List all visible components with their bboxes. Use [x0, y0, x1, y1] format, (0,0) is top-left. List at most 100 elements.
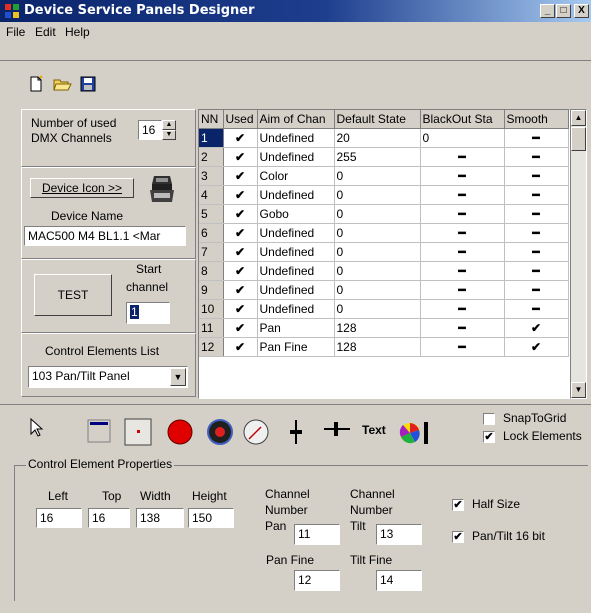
num-channels-field[interactable]: 16: [138, 120, 162, 140]
grid-cell-smooth[interactable]: ━: [504, 147, 569, 167]
header-default-state[interactable]: Default State: [334, 110, 421, 129]
grid-cell-blackout-state[interactable]: ━: [420, 337, 505, 357]
grid-cell-aim[interactable]: Undefined: [257, 128, 335, 148]
table-row[interactable]: 9 ✔ Undefined 0 ━ ━: [199, 280, 569, 300]
pan-fine-field[interactable]: 12: [294, 570, 340, 591]
color-wheel-icon[interactable]: [398, 418, 432, 448]
grid-cell-aim[interactable]: Undefined: [257, 261, 335, 281]
grid-cell-nn[interactable]: 7: [199, 242, 224, 262]
grid-cell-smooth[interactable]: ━: [504, 185, 569, 205]
grid-cell-default-state[interactable]: 0: [334, 261, 421, 281]
spin-down-button[interactable]: ▼: [162, 130, 176, 140]
grid-cell-default-state[interactable]: 128: [334, 337, 421, 357]
grid-cell-nn[interactable]: 2: [199, 147, 224, 167]
grid-cell-nn[interactable]: 9: [199, 280, 224, 300]
scroll-thumb[interactable]: [571, 127, 586, 151]
grid-cell-used[interactable]: ✔: [223, 280, 258, 300]
grid-cell-blackout-state[interactable]: ━: [420, 318, 505, 338]
header-aim[interactable]: Aim of Chan: [257, 110, 335, 129]
grid-cell-default-state[interactable]: 0: [334, 280, 421, 300]
black-knob-icon[interactable]: [206, 418, 234, 446]
grid-cell-smooth[interactable]: ━: [504, 242, 569, 262]
grid-cell-smooth[interactable]: ━: [504, 223, 569, 243]
grid-cell-nn[interactable]: 11: [199, 318, 224, 338]
grid-scrollbar[interactable]: ▲ ▼: [570, 109, 587, 399]
header-used[interactable]: Used: [223, 110, 258, 129]
grid-cell-default-state[interactable]: 128: [334, 318, 421, 338]
grid-cell-default-state[interactable]: 0: [334, 185, 421, 205]
table-row[interactable]: 11 ✔ Pan 128 ━ ✔: [199, 318, 569, 338]
grid-cell-default-state[interactable]: 255: [334, 147, 421, 167]
menu-file[interactable]: File: [6, 25, 25, 39]
chevron-down-icon[interactable]: ▼: [170, 368, 186, 386]
blank-panel-icon[interactable]: [86, 418, 112, 444]
grid-cell-used[interactable]: ✔: [223, 242, 258, 262]
table-row[interactable]: 6 ✔ Undefined 0 ━ ━: [199, 223, 569, 243]
grid-cell-nn[interactable]: 6: [199, 223, 224, 243]
scroll-down-button[interactable]: ▼: [571, 382, 586, 398]
grid-cell-smooth[interactable]: ━: [504, 204, 569, 224]
grid-cell-default-state[interactable]: 0: [334, 204, 421, 224]
start-channel-field[interactable]: 1: [126, 302, 170, 324]
table-row[interactable]: 12 ✔ Pan Fine 128 ━ ✔: [199, 337, 569, 357]
width-field[interactable]: 138: [136, 508, 184, 528]
pan-tilt-16bit-checkbox[interactable]: ✔: [452, 531, 464, 543]
title-bar[interactable]: Device Service Panels Designer _ □ X: [0, 0, 591, 22]
grid-cell-aim[interactable]: Pan Fine: [257, 337, 335, 357]
grid-cell-used[interactable]: ✔: [223, 147, 258, 167]
dial-icon[interactable]: [242, 418, 270, 446]
grid-cell-aim[interactable]: Undefined: [257, 223, 335, 243]
table-row[interactable]: 8 ✔ Undefined 0 ━ ━: [199, 261, 569, 281]
grid-cell-blackout-state[interactable]: ━: [420, 299, 505, 319]
grid-cell-blackout-state[interactable]: ━: [420, 185, 505, 205]
table-row[interactable]: 5 ✔ Gobo 0 ━ ━: [199, 204, 569, 224]
scroll-up-button[interactable]: ▲: [571, 110, 586, 126]
table-row[interactable]: 3 ✔ Color 0 ━ ━: [199, 166, 569, 186]
grid-cell-used[interactable]: ✔: [223, 299, 258, 319]
vertical-fader-icon[interactable]: [288, 418, 304, 446]
grid-cell-used[interactable]: ✔: [223, 337, 258, 357]
table-row[interactable]: 1 ✔ Undefined 20 0 ━: [199, 128, 569, 148]
grid-cell-aim[interactable]: Gobo: [257, 204, 335, 224]
grid-cell-nn[interactable]: 5: [199, 204, 224, 224]
grid-cell-smooth[interactable]: ━: [504, 128, 569, 148]
device-name-field[interactable]: MAC500 M4 BL1.1 <Mar: [24, 226, 186, 246]
grid-cell-used[interactable]: ✔: [223, 318, 258, 338]
menu-help[interactable]: Help: [65, 25, 90, 39]
horizontal-fader-icon[interactable]: [322, 418, 352, 440]
grid-cell-used[interactable]: ✔: [223, 166, 258, 186]
table-row[interactable]: 2 ✔ Undefined 255 ━ ━: [199, 147, 569, 167]
grid-cell-used[interactable]: ✔: [223, 204, 258, 224]
grid-cell-blackout-state[interactable]: ━: [420, 261, 505, 281]
grid-cell-nn[interactable]: 1: [199, 128, 224, 148]
table-row[interactable]: 4 ✔ Undefined 0 ━ ━: [199, 185, 569, 205]
grid-cell-blackout-state[interactable]: ━: [420, 204, 505, 224]
grid-cell-used[interactable]: ✔: [223, 261, 258, 281]
half-size-checkbox[interactable]: ✔: [452, 499, 464, 511]
grid-cell-aim[interactable]: Undefined: [257, 147, 335, 167]
grid-cell-smooth[interactable]: ✔: [504, 318, 569, 338]
moving-head-icon[interactable]: [140, 170, 184, 208]
grid-cell-blackout-state[interactable]: ━: [420, 242, 505, 262]
grid-cell-aim[interactable]: Color: [257, 166, 335, 186]
header-blackout-state[interactable]: BlackOut Sta: [420, 110, 505, 129]
grid-cell-default-state[interactable]: 0: [334, 242, 421, 262]
grid-cell-blackout-state[interactable]: ━: [420, 147, 505, 167]
height-field[interactable]: 150: [188, 508, 234, 528]
maximize-button[interactable]: □: [556, 4, 571, 18]
text-tool-icon[interactable]: Text: [362, 423, 386, 437]
open-folder-icon[interactable]: [52, 75, 72, 93]
close-button[interactable]: X: [574, 4, 589, 18]
header-nn[interactable]: NN: [199, 110, 224, 129]
grid-cell-blackout-state[interactable]: ━: [420, 223, 505, 243]
grid-cell-used[interactable]: ✔: [223, 185, 258, 205]
channels-grid[interactable]: NN Used Aim of Chan Default State BlackO…: [198, 109, 570, 399]
grid-cell-aim[interactable]: Undefined: [257, 299, 335, 319]
grid-cell-default-state[interactable]: 0: [334, 223, 421, 243]
grid-cell-nn[interactable]: 4: [199, 185, 224, 205]
lock-elements-checkbox[interactable]: ✔: [483, 431, 495, 443]
save-disk-icon[interactable]: [78, 75, 98, 93]
grid-cell-aim[interactable]: Pan: [257, 318, 335, 338]
tilt-field[interactable]: 13: [376, 524, 422, 545]
table-row[interactable]: 10 ✔ Undefined 0 ━ ━: [199, 299, 569, 319]
